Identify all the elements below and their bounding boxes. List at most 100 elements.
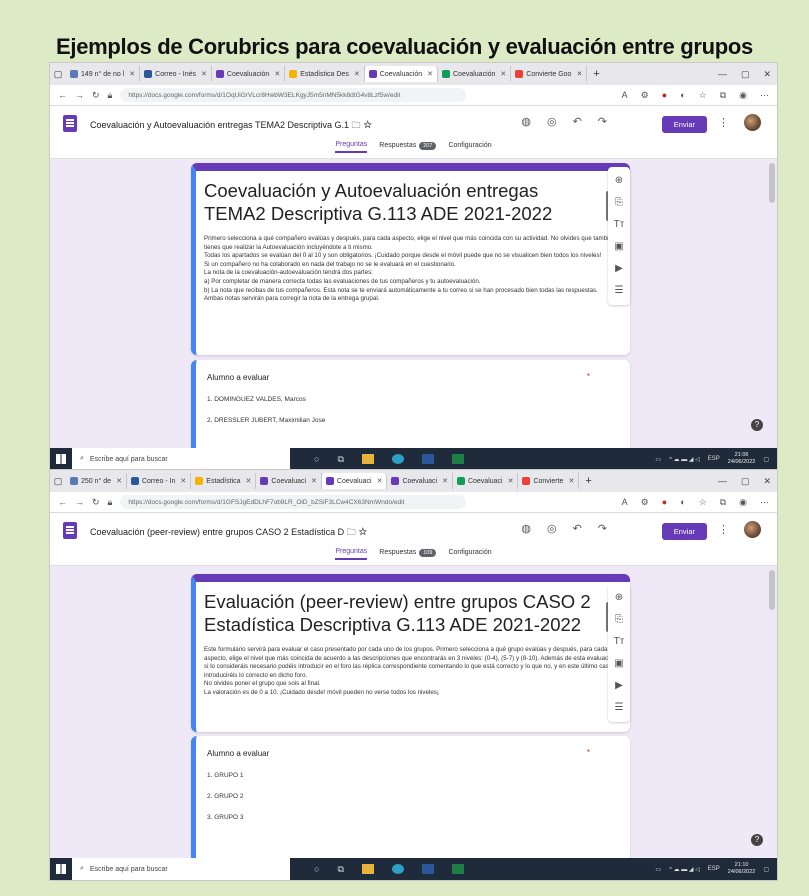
url-field[interactable]: https://docs.google.com/forms/d/1GFSJgEd… <box>120 495 467 509</box>
add-section-icon[interactable]: ☰ <box>615 285 624 297</box>
extension-icon[interactable]: ⚙ <box>641 497 649 508</box>
add-question-icon[interactable]: ⊕ <box>615 175 623 187</box>
browser-tab[interactable]: Coevaluaci ✕ <box>453 473 519 489</box>
star-icon[interactable]: ☆ <box>358 527 367 537</box>
word-icon[interactable] <box>421 864 434 874</box>
add-image-icon[interactable]: ▣ <box>614 658 623 670</box>
file-explorer-icon[interactable] <box>361 864 374 874</box>
close-icon[interactable]: ✕ <box>576 70 582 78</box>
new-tab-button[interactable]: + <box>579 475 597 487</box>
profile-icon[interactable]: ◉ <box>739 90 747 101</box>
tab-settings[interactable]: Configuración <box>448 141 491 153</box>
list-item[interactable]: 1. GRUPO 1 <box>207 772 630 779</box>
form-title[interactable]: Coevaluación y Autoevaluación entregas T… <box>204 179 630 225</box>
collections-icon[interactable]: ◐ <box>680 90 685 100</box>
reload-icon[interactable]: ↻ <box>92 497 100 508</box>
scrollbar[interactable] <box>769 570 775 610</box>
close-icon[interactable]: ✕ <box>274 70 280 78</box>
windows-start-icon[interactable] <box>50 448 72 470</box>
more-icon[interactable]: ⋯ <box>760 90 769 101</box>
extension-icon[interactable]: ⚙ <box>641 90 649 101</box>
windows-start-icon[interactable] <box>50 858 72 880</box>
add-video-icon[interactable]: ▶ <box>615 263 623 275</box>
more-vert-icon[interactable]: ⋮ <box>718 523 729 536</box>
browser-tab-active[interactable]: Coevaluación ✕ <box>364 66 438 82</box>
browser-tab[interactable]: Coevaluación ✕ <box>438 66 512 82</box>
taskbar-search[interactable]: ⌕ Escribe aquí para buscar <box>72 858 290 880</box>
list-item[interactable]: 2. DRESSLER JUBERT, Maximilian Jose <box>207 417 630 424</box>
minimize-icon[interactable]: — <box>718 69 727 79</box>
avatar[interactable] <box>744 114 761 131</box>
form-title[interactable]: Evaluación (peer-review) entre grupos CA… <box>204 590 630 636</box>
help-icon[interactable]: ? <box>751 419 763 431</box>
lock-icon[interactable]: 🔒︎ <box>108 497 113 508</box>
close-icon[interactable]: ✕ <box>568 477 574 485</box>
notifications-icon[interactable]: ▢ <box>763 456 769 463</box>
profile-icon[interactable]: ◉ <box>739 497 747 508</box>
file-explorer-icon[interactable] <box>361 454 374 464</box>
tab-responses[interactable]: Respuestas 109 <box>379 548 437 560</box>
close-icon[interactable]: ✕ <box>442 477 448 485</box>
redo-icon[interactable]: ↷ <box>598 522 607 535</box>
question-title[interactable]: Alumno a evaluar <box>207 749 630 758</box>
browser-tab[interactable]: 250 n° de ✕ <box>66 473 127 489</box>
lock-icon[interactable]: 🔒︎ <box>108 90 113 101</box>
maximize-icon[interactable]: ▢ <box>741 476 750 487</box>
tab-settings[interactable]: Configuración <box>448 548 491 560</box>
forward-icon[interactable]: → <box>75 90 84 100</box>
browser-tab[interactable]: Correo - Inés ✕ <box>140 66 212 82</box>
question-title[interactable]: Alumno a evaluar <box>207 373 630 382</box>
tab-responses[interactable]: Respuestas 207 <box>379 141 437 153</box>
form-description[interactable]: Primero selecciona a qué compañero evalú… <box>204 235 618 304</box>
tab-questions[interactable]: Preguntas <box>335 141 368 153</box>
browser-tab[interactable]: Convierte ✕ <box>518 473 580 489</box>
extensions-icon[interactable]: ⧉ <box>720 497 726 508</box>
close-icon[interactable]: ✕ <box>180 477 186 485</box>
forms-logo-icon[interactable] <box>63 115 77 132</box>
close-icon[interactable]: ✕ <box>246 477 252 485</box>
taskbar-clock[interactable]: 21:10 24/06/2022 <box>728 862 756 876</box>
palette-icon[interactable]: ◍ <box>521 115 531 128</box>
language-icon[interactable]: ESP <box>708 866 720 872</box>
read-aloud-icon[interactable]: A <box>622 497 628 507</box>
language-icon[interactable]: ESP <box>708 456 720 462</box>
add-title-icon[interactable]: Tт <box>614 636 625 648</box>
browser-tab-active[interactable]: Coevaluaci ✕ <box>321 473 388 489</box>
more-icon[interactable]: ⋯ <box>760 497 769 508</box>
excel-icon[interactable] <box>451 454 464 464</box>
cortana-icon[interactable]: ○ <box>314 454 319 464</box>
close-icon[interactable]: ✕ <box>427 70 433 78</box>
import-questions-icon[interactable]: ⎘ <box>615 614 623 626</box>
maximize-icon[interactable]: ▢ <box>741 69 750 80</box>
undo-icon[interactable]: ↶ <box>573 522 582 535</box>
taskbar-search[interactable]: ⌕ Escribe aquí para buscar <box>72 448 290 470</box>
redo-icon[interactable]: ↷ <box>598 115 607 128</box>
add-video-icon[interactable]: ▶ <box>615 680 623 692</box>
window-menu-icon[interactable]: ▢ <box>50 63 66 85</box>
doc-title[interactable]: Coevaluación (peer-review) entre grupos … <box>90 525 367 541</box>
browser-tab[interactable]: Coevaluaci ✕ <box>256 473 322 489</box>
read-aloud-icon[interactable]: A <box>622 90 628 100</box>
list-item[interactable]: 3. GRUPO 3 <box>207 814 630 821</box>
browser-tab[interactable]: 149 n° de no l ✕ <box>66 66 141 82</box>
word-icon[interactable] <box>421 454 434 464</box>
import-questions-icon[interactable]: ⎘ <box>615 197 623 209</box>
task-view-icon[interactable]: ⧉ <box>337 454 343 465</box>
browser-tab[interactable]: Estadística Des ✕ <box>285 66 365 82</box>
send-button[interactable]: Enviar <box>661 523 707 540</box>
cortana-icon[interactable]: ○ <box>314 864 319 874</box>
system-tray-icons[interactable]: ^ ☁ ▬ ◢ ◁ <box>669 866 700 873</box>
keyboard-icon[interactable]: ▭ <box>655 866 661 873</box>
shield-icon[interactable]: ● <box>662 90 667 100</box>
close-icon[interactable]: ✕ <box>201 70 207 78</box>
folder-icon[interactable]: 🗀 <box>352 120 361 130</box>
forms-logo-icon[interactable] <box>63 522 77 539</box>
close-icon[interactable]: ✕ <box>116 477 122 485</box>
send-button[interactable]: Enviar <box>661 116 707 133</box>
browser-tab[interactable]: Coevaluación ✕ <box>212 66 286 82</box>
edge-icon[interactable] <box>391 864 404 874</box>
close-window-icon[interactable]: ✕ <box>763 69 771 80</box>
favorites-icon[interactable]: ☆ <box>699 497 707 508</box>
close-icon[interactable]: ✕ <box>354 70 360 78</box>
url-field[interactable]: https://docs.google.com/forms/d/1OqUiGrV… <box>120 88 467 102</box>
